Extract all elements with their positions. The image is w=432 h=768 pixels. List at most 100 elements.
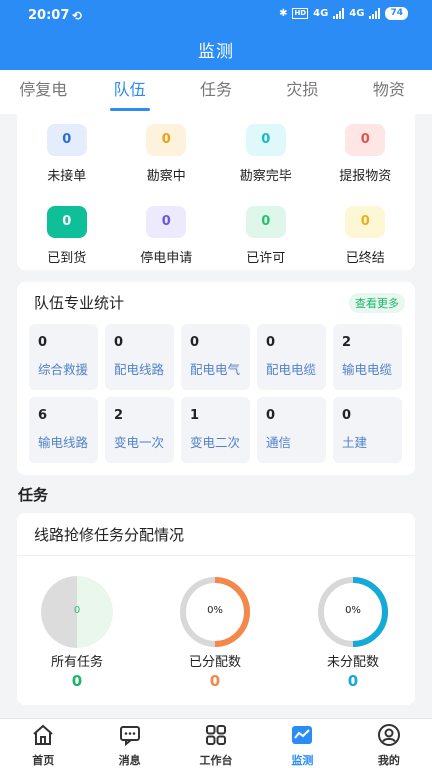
signal-icon-2 <box>369 8 381 19</box>
donut-caption: 已分配数 <box>188 655 241 670</box>
team-stat-label: 变电二次 <box>190 435 241 450</box>
team-stats-card: 队伍专业统计 查看更多 0 综合救援 0 配电线路 0 配电电气 0 配电电缆 2 输电电缆 6 输电… <box>17 282 415 475</box>
nav-item-0[interactable]: 首页 <box>0 719 86 768</box>
team-stat-count: 0 <box>266 335 276 350</box>
team-stat-label: 通信 <box>266 435 292 450</box>
team-stat-count: 0 <box>266 408 276 423</box>
hd-icon: HD <box>292 8 309 19</box>
donut-center-label: 0% <box>345 605 361 616</box>
donut-center-label: 0 <box>73 605 81 616</box>
message-icon <box>119 726 140 747</box>
tab-label: 灾损 <box>286 80 319 99</box>
team-stat-cell[interactable]: 0 配电电缆 <box>257 324 326 390</box>
view-more-button[interactable]: 查看更多 <box>349 293 405 313</box>
team-stats-title: 队伍专业统计 <box>34 294 125 312</box>
status-item[interactable]: 0 已许可 <box>216 206 316 266</box>
team-stat-count: 0 <box>190 335 200 350</box>
status-count-badge: 0 <box>245 124 286 156</box>
nav-item-1[interactable]: 消息 <box>86 719 172 768</box>
work-status-card: 0 未接单 0 勘察中 0 勘察完毕 0 提报物资 0 已到货 0 停电申请 0 已许可 0 已终结 <box>17 114 415 270</box>
status-item[interactable]: 0 已终结 <box>316 206 416 266</box>
divider <box>17 555 415 556</box>
donut-caption: 所有任务 <box>50 655 103 670</box>
bottom-nav: 首页 消息 工作台 监测 我的 <box>0 718 432 768</box>
network-label-1: 4G <box>313 8 329 19</box>
status-item[interactable]: 0 未接单 <box>17 124 117 184</box>
tab-1[interactable]: 队伍 <box>86 70 172 114</box>
team-stat-count: 2 <box>114 408 124 423</box>
team-stat-count: 2 <box>342 335 352 350</box>
team-stat-count: 0 <box>38 335 48 350</box>
task-assignment-card: 线路抢修任务分配情况 0 所有任务 0 0% 已分配数 0 0% 未分配数 0 <box>17 513 415 705</box>
team-stat-cell[interactable]: 6 输电线路 <box>29 397 98 463</box>
team-stat-label: 土建 <box>342 435 368 450</box>
status-item[interactable]: 0 勘察中 <box>117 124 217 184</box>
home-icon <box>33 724 53 745</box>
status-label: 已终结 <box>345 251 385 266</box>
nav-label: 工作台 <box>199 754 233 767</box>
sync-icon: ⟲ <box>72 9 83 23</box>
status-count-badge: 0 <box>46 124 87 156</box>
signal-icon <box>333 8 345 19</box>
nav-item-4[interactable]: 我的 <box>346 719 432 768</box>
tab-bar: 停复电 队伍 任务 灾损 物资 <box>0 70 432 114</box>
status-label: 停电申请 <box>140 251 193 266</box>
tab-label: 队伍 <box>113 80 146 99</box>
tasks-section-title: 任务 <box>18 486 49 504</box>
status-icons: ✱ HD 4G 4G 74 <box>279 7 408 20</box>
status-bar: 20:07 ⟲ ✱ HD 4G 4G 74 <box>0 0 432 30</box>
donut-center-label: 0% <box>207 605 223 616</box>
tab-4[interactable]: 物资 <box>346 70 432 114</box>
team-stat-cell[interactable]: 0 配电电气 <box>181 324 250 390</box>
status-label: 已到货 <box>47 251 87 266</box>
monitor-icon <box>292 726 313 744</box>
app-header: 20:07 ⟲ ✱ HD 4G 4G 74 监测 <box>0 0 432 70</box>
nav-item-3[interactable]: 监测 <box>259 719 345 768</box>
status-count-badge: 0 <box>345 206 386 238</box>
work-status-grid: 0 未接单 0 勘察中 0 勘察完毕 0 提报物资 0 已到货 0 停电申请 0 已许可 0 已终结 <box>17 114 415 266</box>
bluetooth-icon: ✱ <box>279 8 288 19</box>
nav-label: 首页 <box>32 754 55 767</box>
team-stat-label: 输电线路 <box>38 435 89 450</box>
team-stat-label: 配电电缆 <box>266 362 317 377</box>
team-stat-label: 配电电气 <box>190 362 241 377</box>
tab-2[interactable]: 任务 <box>173 70 259 114</box>
tab-active-indicator <box>109 108 150 111</box>
status-count-badge: 0 <box>146 124 187 156</box>
team-stat-count: 6 <box>38 408 48 423</box>
team-stat-cell[interactable]: 0 土建 <box>333 397 402 463</box>
team-stat-cell[interactable]: 2 输电电缆 <box>333 324 402 390</box>
status-item[interactable]: 0 提报物资 <box>316 124 416 184</box>
nav-label: 监测 <box>291 754 314 767</box>
status-label: 已许可 <box>246 251 286 266</box>
tab-label: 任务 <box>200 80 233 99</box>
donut-value: 0 <box>71 672 83 690</box>
tab-label: 物资 <box>372 80 405 99</box>
team-stat-cell[interactable]: 0 配电线路 <box>105 324 174 390</box>
team-stat-count: 1 <box>190 408 200 423</box>
status-time: 20:07 <box>28 8 70 23</box>
page-title: 监测 <box>198 42 234 62</box>
team-stat-count: 0 <box>114 335 124 350</box>
status-item[interactable]: 0 勘察完毕 <box>216 124 316 184</box>
status-count-badge: 0 <box>245 206 286 238</box>
team-stat-label: 输电电缆 <box>342 362 393 377</box>
workbench-icon <box>206 725 227 745</box>
status-count-badge: 0 <box>345 124 386 156</box>
status-label: 未接单 <box>47 169 87 184</box>
tab-0[interactable]: 停复电 <box>0 70 86 114</box>
tab-label: 停复电 <box>19 80 68 99</box>
team-stat-cell[interactable]: 2 变电一次 <box>105 397 174 463</box>
status-item[interactable]: 0 已到货 <box>17 206 117 266</box>
team-stats-grid: 0 综合救援 0 配电线路 0 配电电气 0 配电电缆 2 输电电缆 6 输电线路 2 变电一次 1 变电二次… <box>29 324 405 463</box>
team-stat-cell[interactable]: 0 综合救援 <box>29 324 98 390</box>
team-stat-cell[interactable]: 0 通信 <box>257 397 326 463</box>
tab-3[interactable]: 灾损 <box>259 70 345 114</box>
team-stat-cell[interactable]: 1 变电二次 <box>181 397 250 463</box>
status-item[interactable]: 0 停电申请 <box>117 206 217 266</box>
donut-caption: 未分配数 <box>326 655 379 670</box>
nav-item-2[interactable]: 工作台 <box>173 719 259 768</box>
team-stat-label: 综合救援 <box>38 362 89 377</box>
status-label: 提报物资 <box>339 169 392 184</box>
task-assignment-title: 线路抢修任务分配情况 <box>34 526 185 544</box>
